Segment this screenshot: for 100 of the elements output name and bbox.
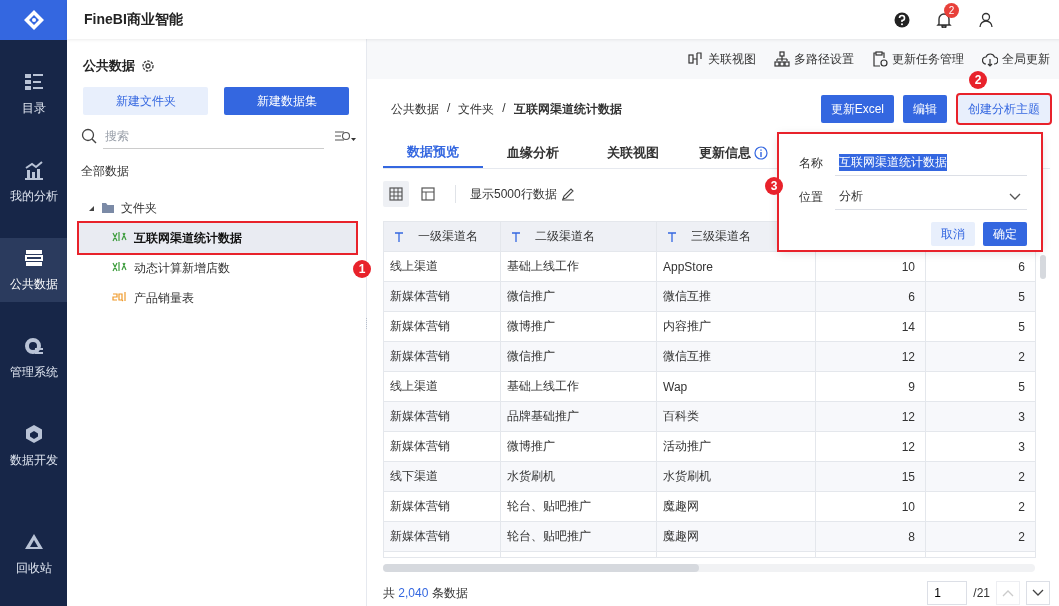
table-cell: 12 (815, 431, 926, 462)
table-cell: 微信互推 (656, 281, 816, 312)
table-cell: 水货刷机 (656, 461, 816, 492)
table-cell: 内容推广 (656, 311, 816, 342)
xls-icon (112, 231, 128, 243)
table-cell: 15 (815, 461, 926, 492)
scrollbar-thumb[interactable] (1040, 255, 1046, 279)
nav-item[interactable]: 公共数据 (0, 238, 67, 302)
toolbar-link[interactable]: 全局更新 (982, 50, 1050, 68)
table-cell: 新媒体营销 (383, 521, 501, 552)
row-limit-link[interactable]: 显示5000行数据 (470, 185, 575, 203)
cancel-button[interactable]: 取消 (931, 222, 975, 246)
user-icon[interactable] (978, 11, 994, 28)
table-cell: 轮台、贴吧推广 (500, 491, 657, 522)
table-cell: 基础上线工作 (500, 251, 657, 282)
relation-icon (688, 51, 704, 67)
caret-icon[interactable] (87, 204, 95, 212)
column-title: 一级渠道名 (418, 228, 478, 245)
toolbar-link[interactable]: 关联视图 (688, 50, 756, 68)
nav-item[interactable]: 数据开发 (0, 414, 67, 478)
chevron-up-icon (1002, 589, 1014, 597)
grid-icon (389, 187, 403, 201)
horizontal-scrollbar[interactable] (383, 564, 1035, 572)
field-label: 名称 (799, 154, 823, 172)
chart-icon (23, 159, 44, 180)
table-cell: 百科类 (656, 401, 816, 432)
confirm-button[interactable]: 确定 (983, 222, 1027, 246)
tree-item[interactable]: 互联网渠道统计数据 (79, 223, 356, 253)
tree-item[interactable]: 文件夹 (79, 193, 356, 223)
name-field[interactable]: 互联网渠道统计数据 (835, 150, 1027, 176)
table-cell: 6 (815, 281, 926, 312)
annotation-marker: 1 (353, 260, 371, 278)
help-icon[interactable] (894, 11, 910, 28)
text-type-icon (394, 231, 404, 242)
table-cell: 基础上线工作 (500, 371, 657, 402)
update-excel-button[interactable]: 更新Excel (820, 95, 894, 123)
settings-icon[interactable] (141, 59, 155, 73)
column-title: 二级渠道名 (535, 228, 595, 245)
table-cell: 新媒体营销 (383, 431, 501, 462)
table-cell: 魔趣网 (656, 491, 816, 522)
tree-item[interactable]: 产品销量表 (79, 283, 356, 313)
list-icon (23, 71, 44, 92)
table-cell: 2 (925, 521, 1036, 552)
search-field[interactable]: 搜索 (103, 123, 324, 149)
table-cell: 微信互推 (656, 341, 816, 372)
table-cell: 新媒体营销 (383, 341, 501, 372)
new-dataset-button[interactable]: 新建数据集 (224, 87, 349, 115)
table-cell: 微信推广 (500, 341, 657, 372)
annotation-marker: 3 (765, 177, 783, 195)
tab[interactable]: 关联视图 (583, 137, 683, 168)
page-count: /21 (973, 586, 990, 600)
nav-item[interactable]: 管理系统 (0, 326, 67, 390)
breadcrumb-separator: / (502, 100, 506, 117)
table-cell: 5 (925, 281, 1036, 312)
database-icon (23, 247, 44, 268)
table-cell: 微博推广 (500, 431, 657, 462)
sort-icon[interactable] (334, 129, 356, 143)
cube-icon (23, 423, 44, 444)
table-cell: 10 (815, 491, 926, 522)
table-cell: 新媒体营销 (383, 311, 501, 342)
nav-item[interactable]: 目录 (0, 62, 67, 126)
breadcrumb-item[interactable]: 公共数据 (391, 100, 439, 118)
create-subject-button[interactable]: 创建分析主题 (958, 95, 1050, 123)
nav-item[interactable]: 我的分析 (0, 150, 67, 214)
toolbar-link[interactable]: 更新任务管理 (872, 50, 964, 68)
clipboard-icon (872, 51, 888, 67)
tab[interactable]: 数据预览 (383, 137, 483, 168)
breadcrumb-item[interactable]: 文件夹 (458, 100, 495, 118)
column-title: 三级渠道名 (691, 228, 751, 245)
table-cell: 微博推广 (500, 311, 657, 342)
table-cell: 5 (925, 371, 1036, 402)
tab[interactable]: 血缘分析 (483, 137, 583, 168)
table-cell: 新媒体营销 (383, 491, 501, 522)
tree-root[interactable]: 全部数据 (79, 163, 356, 193)
table-cell: 线下渠道 (383, 461, 501, 492)
table-cell: 5 (925, 311, 1036, 342)
location-dropdown[interactable]: 分析 (835, 184, 1027, 210)
chevron-down-icon (1032, 589, 1044, 597)
sql-icon (112, 291, 128, 303)
splitter-handle[interactable] (366, 317, 370, 331)
app-title: FineBI商业智能 (84, 10, 184, 29)
table-cell: 品牌基础推广 (500, 401, 657, 432)
table-cell: 3 (925, 401, 1036, 432)
hierarchy-icon (774, 51, 790, 67)
table-cell: 新媒体营销 (383, 401, 501, 432)
table-cell: 2 (925, 461, 1036, 492)
table-cell: 魔趣网 (656, 521, 816, 552)
toolbar-link[interactable]: 多路径设置 (774, 50, 854, 68)
table-cell: 2 (925, 491, 1036, 522)
next-page-button[interactable] (1026, 581, 1050, 605)
tab[interactable]: 更新信息 (683, 137, 783, 168)
table-cell: 线上渠道 (383, 251, 501, 282)
new-folder-button[interactable]: 新建文件夹 (83, 87, 208, 115)
view-mode-button[interactable] (383, 181, 409, 207)
edit-button[interactable]: 编辑 (903, 95, 947, 123)
folder-icon (101, 202, 115, 214)
edit-icon (560, 187, 575, 201)
page-input[interactable]: 1 (927, 581, 968, 605)
nav-item[interactable]: 回收站 (0, 522, 67, 586)
tree-item[interactable]: 动态计算新增店数 (79, 253, 356, 283)
